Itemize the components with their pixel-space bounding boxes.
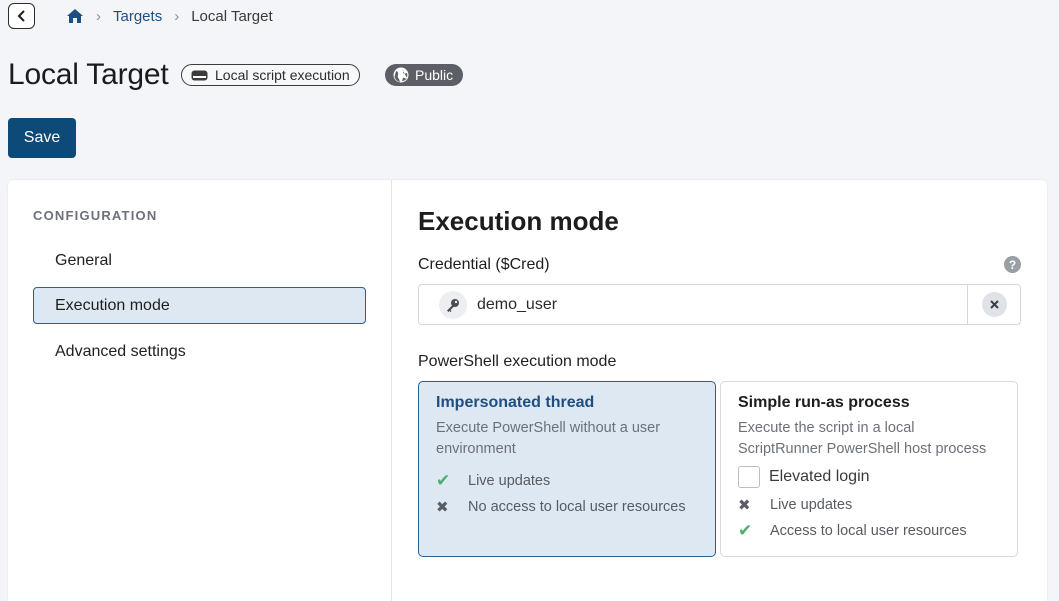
help-icon[interactable]: ? [1004, 256, 1021, 273]
feature-text: Live updates [468, 473, 551, 489]
feature-text: Live updates [770, 497, 853, 513]
sidebar-item-label: Advanced settings [55, 342, 186, 360]
breadcrumb-targets[interactable]: Targets [113, 8, 162, 25]
check-icon: ✔ [738, 521, 753, 540]
globe-icon [393, 67, 409, 83]
home-icon[interactable] [66, 8, 84, 24]
execution-mode-section: Execution mode Credential ($Cred) ? demo… [418, 180, 1028, 601]
credential-label: Credential ($Cred) [418, 256, 550, 273]
feature-item: ✔ Live updates [436, 468, 698, 494]
page-title: Local Target [8, 58, 169, 91]
server-icon [191, 70, 208, 80]
save-button[interactable]: Save [8, 118, 76, 158]
breadcrumb-current: Local Target [191, 7, 273, 25]
sidebar-item-label: Execution mode [55, 296, 170, 314]
feature-item: ✖ No access to local user resources [436, 494, 698, 520]
check-icon: ✔ [436, 471, 451, 490]
sidebar-item-general[interactable]: General [33, 242, 366, 279]
mode-card-simple-run-as[interactable]: Simple run-as process Execute the script… [720, 381, 1018, 557]
elevated-login-checkbox[interactable] [738, 466, 760, 488]
feature-item: ✖ Live updates [738, 492, 1000, 518]
config-sidebar: CONFIGURATION General Execution mode Adv… [8, 180, 392, 601]
breadcrumb: › Targets › Local Target [66, 6, 273, 26]
card-description: Execute PowerShell without a user enviro… [436, 420, 661, 457]
sidebar-item-advanced-settings[interactable]: Advanced settings [33, 333, 366, 370]
credential-field[interactable]: demo_user [418, 284, 1021, 325]
cross-icon: ✖ [436, 499, 449, 516]
powershell-mode-label: PowerShell execution mode [418, 353, 617, 370]
sidebar-heading: CONFIGURATION [33, 208, 158, 223]
clear-credential-button[interactable] [967, 285, 1020, 324]
card-description: Execute the script in a local ScriptRunn… [738, 420, 987, 457]
section-title: Execution mode [418, 206, 619, 236]
chevron-right-icon: › [174, 7, 180, 25]
chevron-left-icon [17, 10, 25, 22]
elevated-login-row: Elevated login [738, 466, 1000, 488]
key-icon [439, 290, 467, 319]
close-icon [981, 292, 1007, 317]
type-badge-label: Local script execution [215, 67, 350, 83]
back-button[interactable] [8, 3, 35, 29]
feature-text: Access to local user resources [770, 523, 967, 539]
sidebar-item-label: General [55, 251, 112, 269]
target-type-badge: Local script execution [181, 64, 360, 86]
configuration-panel: CONFIGURATION General Execution mode Adv… [8, 180, 1047, 601]
feature-item: ✔ Access to local user resources [738, 518, 1000, 544]
cross-icon: ✖ [738, 497, 751, 514]
elevated-login-label: Elevated login [769, 468, 870, 485]
feature-text: No access to local user resources [468, 499, 686, 515]
card-title: Impersonated thread [436, 394, 595, 411]
card-title: Simple run-as process [738, 394, 910, 411]
sidebar-item-execution-mode[interactable]: Execution mode [33, 287, 366, 324]
mode-card-impersonated-thread[interactable]: Impersonated thread Execute PowerShell w… [418, 381, 716, 557]
visibility-badge-label: Public [415, 67, 454, 83]
chevron-right-icon: › [96, 7, 101, 25]
visibility-badge: Public [385, 64, 464, 86]
credential-value: demo_user [477, 295, 558, 313]
